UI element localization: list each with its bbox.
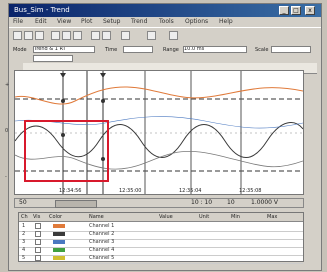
channel-table: Ch Vis Color Name Value Unit Min Max 1 Ch…: [18, 212, 304, 264]
status-left: 50: [19, 199, 27, 206]
mode-label: Mode: [13, 47, 27, 53]
table-header: Ch Vis Color Name Value Unit Min Max: [19, 213, 303, 222]
table-row[interactable]: 5 Channel 5: [19, 254, 303, 264]
field-bar: Mode Trend & 1 RT Time Range 10.0 ms Sca…: [9, 45, 321, 63]
row-color-swatch[interactable]: [53, 224, 65, 228]
time-field[interactable]: [123, 46, 153, 53]
row-color-swatch[interactable]: [53, 240, 65, 244]
menu-options[interactable]: Options: [185, 18, 208, 26]
copy-icon[interactable]: [62, 31, 71, 40]
cursor-marker-3[interactable]: [100, 73, 106, 78]
y-label-top: +: [5, 82, 10, 88]
row-ch: 4: [22, 247, 26, 253]
scale-field[interactable]: [271, 46, 311, 53]
row-visible-checkbox[interactable]: [35, 247, 41, 253]
th-min: Min: [231, 214, 240, 220]
offset-field[interactable]: [33, 55, 73, 62]
y-axis: + 0 -: [2, 70, 14, 195]
status-mid: 10 : 10: [191, 199, 213, 206]
th-color: Color: [49, 214, 63, 220]
zoom-in-icon[interactable]: [91, 31, 100, 40]
minimize-button[interactable]: _: [279, 6, 289, 15]
paste-icon[interactable]: [73, 31, 82, 40]
time-label: Time: [105, 47, 118, 53]
zoom-out-icon[interactable]: [102, 31, 111, 40]
row-ch: 2: [22, 231, 26, 237]
menu-help[interactable]: Help: [219, 18, 233, 26]
row-color-swatch[interactable]: [53, 256, 65, 260]
menu-tools[interactable]: Tools: [159, 18, 174, 26]
menu-plot[interactable]: Plot: [81, 18, 92, 26]
save-icon[interactable]: [24, 31, 33, 40]
status-right: 10: [227, 199, 235, 206]
th-unit: Unit: [199, 214, 210, 220]
scale-label: Scale: [255, 47, 269, 53]
highlight-box: [24, 120, 109, 182]
mode-select[interactable]: Trend & 1 RT: [33, 46, 95, 53]
menu-file[interactable]: File: [13, 18, 23, 26]
pan-icon[interactable]: [169, 31, 178, 40]
menu-trend[interactable]: Trend: [131, 18, 147, 26]
th-max: Max: [267, 214, 278, 220]
time-tick-2: 12:35:04: [179, 188, 202, 194]
window-title: Bus_Sim - Trend: [14, 6, 70, 14]
close-button[interactable]: x: [305, 6, 315, 15]
row-color-swatch[interactable]: [53, 248, 65, 252]
range-label: Range: [163, 47, 179, 53]
th-vis: Vis: [33, 214, 41, 220]
menu-view[interactable]: View: [57, 18, 71, 26]
row-visible-checkbox[interactable]: [35, 223, 41, 229]
grid-icon[interactable]: [147, 31, 156, 40]
row-visible-checkbox[interactable]: [35, 239, 41, 245]
y-label-mid: 0: [5, 128, 9, 134]
time-scrollbar[interactable]: 50 10 : 10 10 1.0000 V: [14, 198, 304, 208]
row-name: Channel 5: [89, 255, 115, 261]
th-value: Value: [159, 214, 173, 220]
menu-setup[interactable]: Setup: [103, 18, 120, 26]
row-name: Channel 2: [89, 231, 115, 237]
th-name: Name: [89, 214, 104, 220]
row-name: Channel 1: [89, 223, 115, 229]
cursor-marker-1[interactable]: [60, 73, 66, 78]
row-name: Channel 3: [89, 239, 115, 245]
row-ch: 5: [22, 255, 26, 261]
maximize-button[interactable]: □: [291, 6, 301, 15]
range-field[interactable]: 10.0 ms: [183, 46, 247, 53]
time-tick-3: 12:35:08: [239, 188, 262, 194]
menu-bar: File Edit View Plot Setup Trend Tools Op…: [9, 17, 321, 27]
title-bar: Bus_Sim - Trend _ □ x: [9, 4, 321, 17]
y-label-bottom: -: [5, 174, 7, 180]
cursor-icon[interactable]: [121, 31, 130, 40]
open-icon[interactable]: [13, 31, 22, 40]
time-tick-0: 12:34:56: [59, 188, 82, 194]
time-tick-1: 12:35:00: [119, 188, 142, 194]
row-color-swatch[interactable]: [53, 232, 65, 236]
row-visible-checkbox[interactable]: [35, 255, 41, 261]
cut-icon[interactable]: [51, 31, 60, 40]
th-ch: Ch: [21, 214, 28, 220]
toolbar: [9, 27, 321, 46]
menu-edit[interactable]: Edit: [35, 18, 47, 26]
row-ch: 1: [22, 223, 26, 229]
row-visible-checkbox[interactable]: [35, 231, 41, 237]
row-ch: 3: [22, 239, 26, 245]
print-icon[interactable]: [35, 31, 44, 40]
status-readout: 1.0000 V: [251, 199, 279, 206]
scroll-thumb[interactable]: [55, 200, 97, 208]
cursor-point-3a: [101, 99, 105, 103]
row-name: Channel 4: [89, 247, 115, 253]
cursor-point-1a: [61, 99, 65, 103]
trace-orange: [15, 86, 303, 105]
